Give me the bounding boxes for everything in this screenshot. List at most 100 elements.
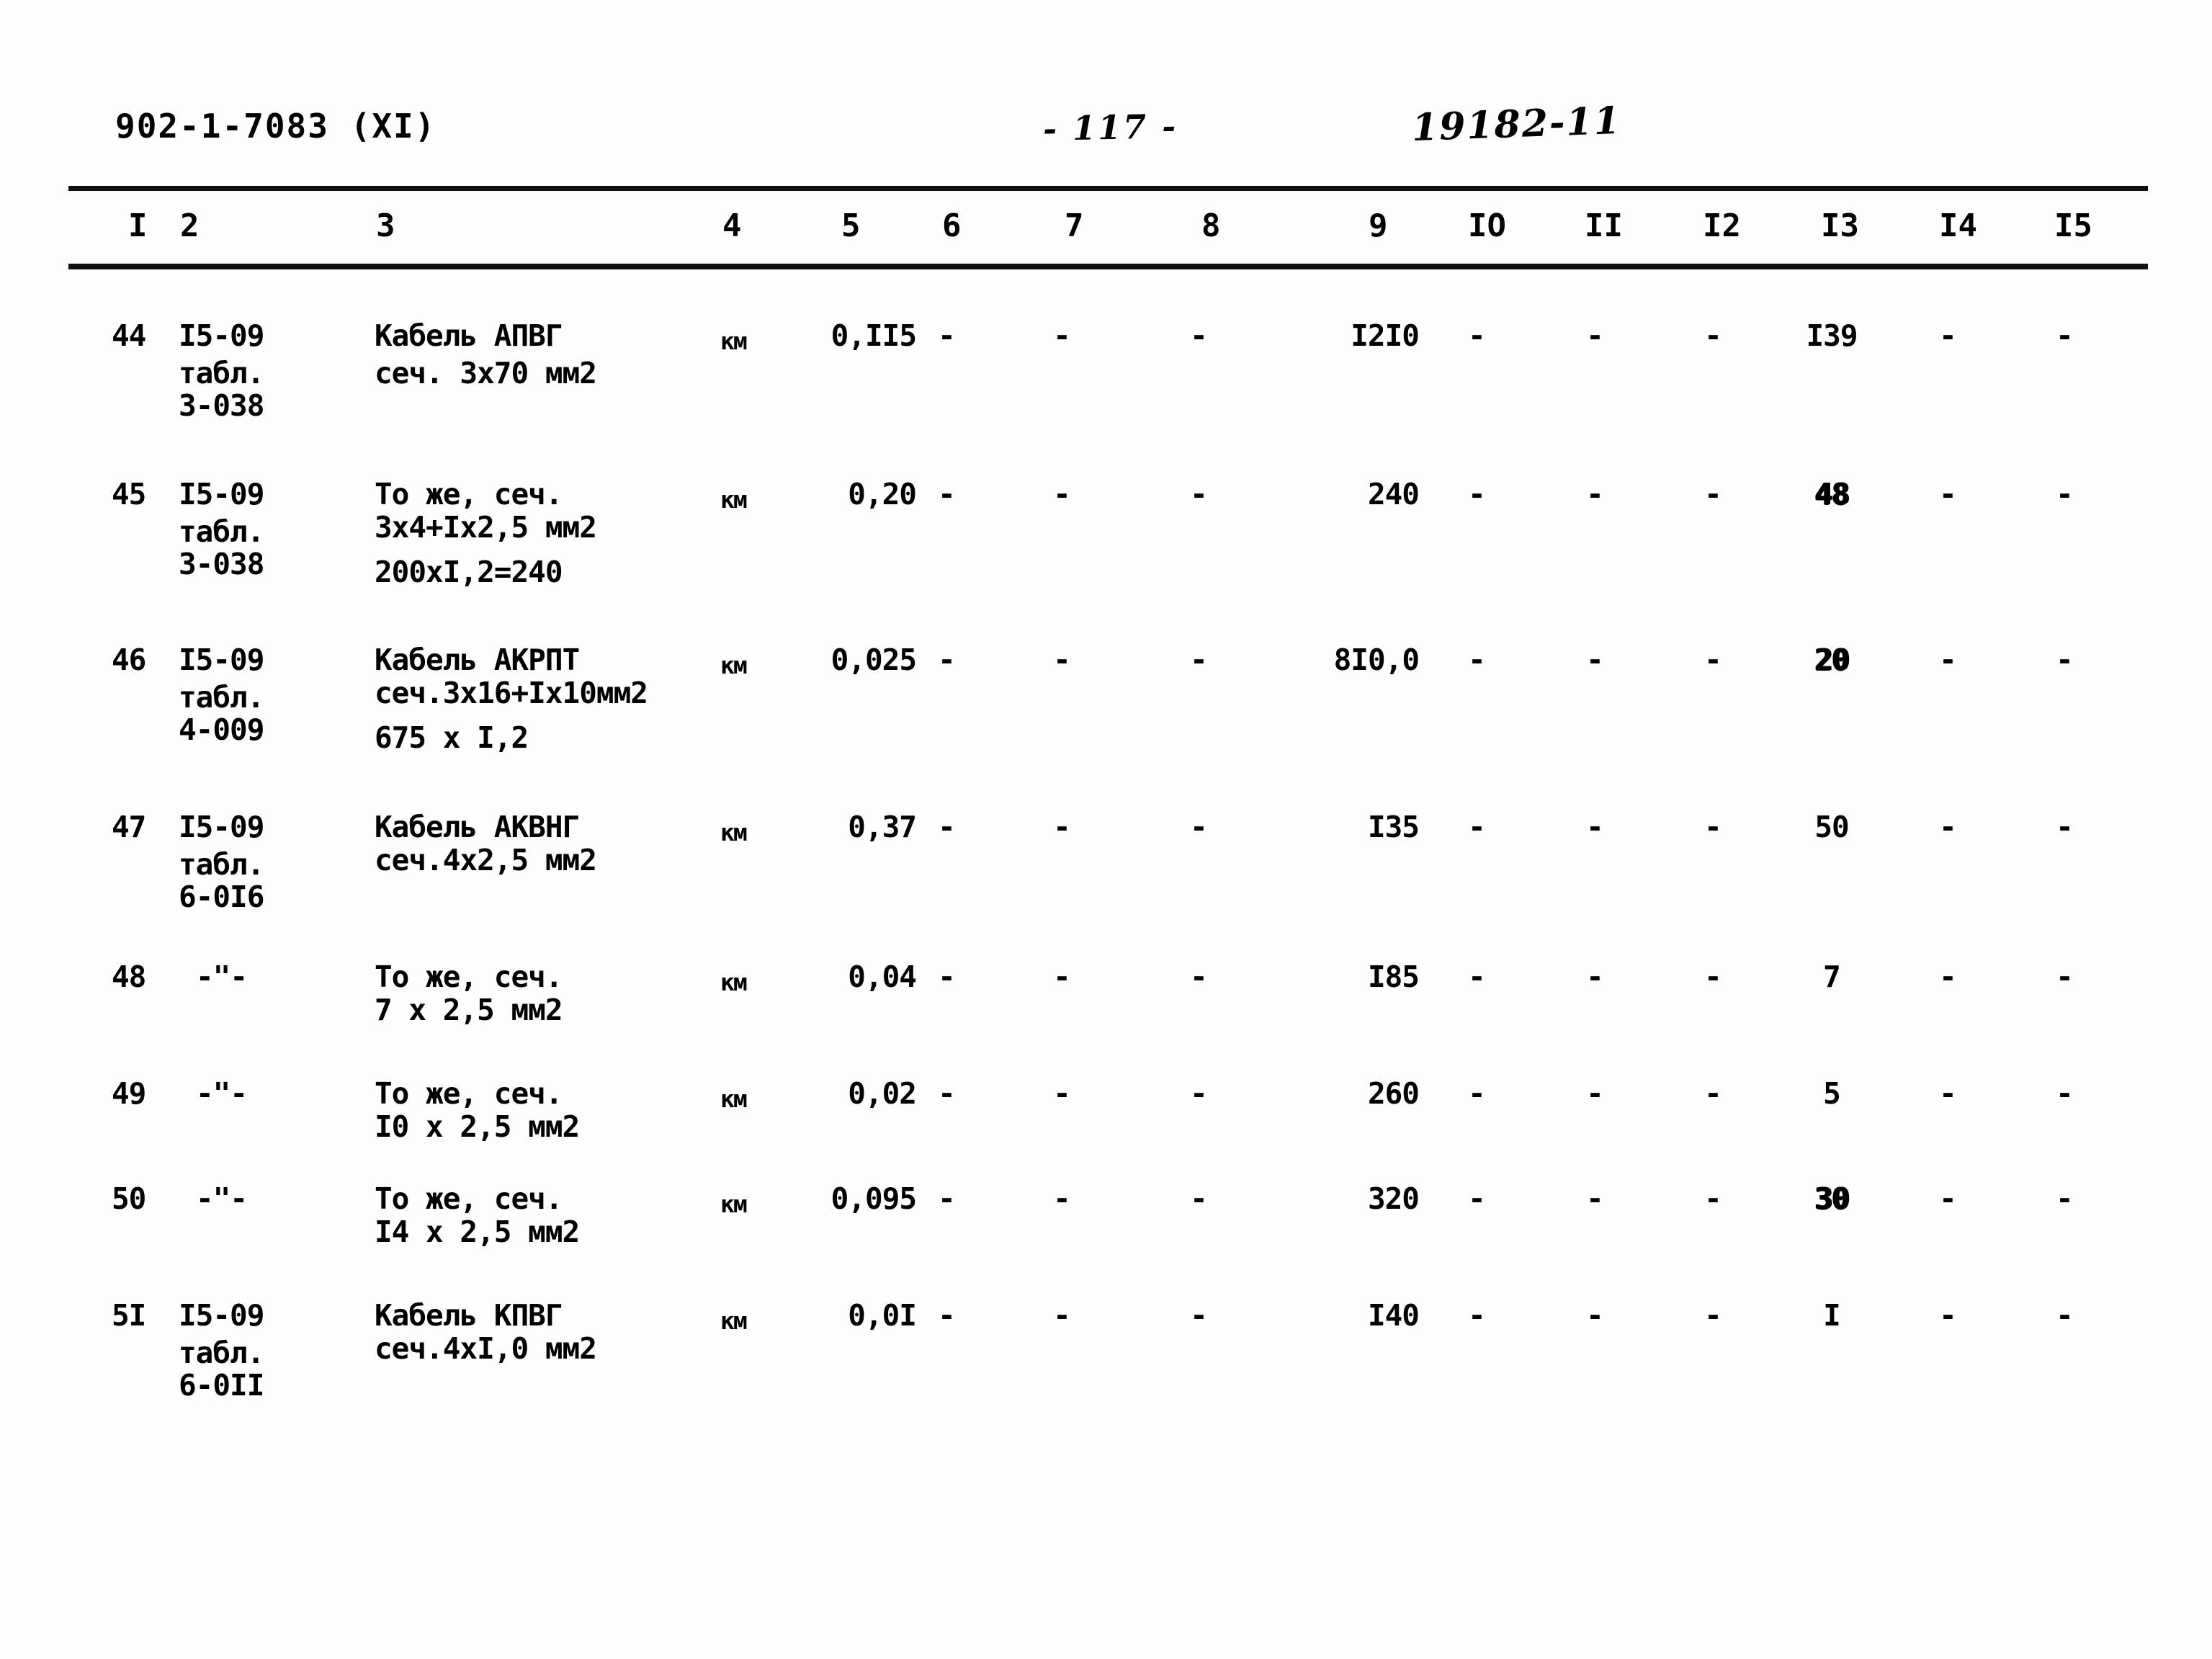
- row-46-col11: -: [1586, 643, 1604, 677]
- row-45-col4: км: [720, 486, 748, 514]
- row-49-col3-line2: I0 х 2,5 мм2: [375, 1109, 580, 1144]
- row-49-col4: км: [720, 1085, 748, 1113]
- row-49-col8: -: [1190, 1076, 1208, 1111]
- row-48-col11: -: [1586, 960, 1604, 994]
- row-48-col12: -: [1704, 960, 1722, 994]
- row-46-col4: км: [720, 651, 748, 679]
- column-header-6: 6: [942, 207, 962, 244]
- row-50-col7: -: [1053, 1181, 1071, 1216]
- row-44-col4: км: [720, 327, 748, 355]
- row-47-col7: -: [1053, 810, 1071, 844]
- row-47-col2-line1: I5-09: [179, 810, 264, 844]
- row-46-col9: 8I0,0: [1333, 643, 1420, 677]
- row-48-col5: 0,04: [848, 960, 917, 994]
- row-50-col13: 30: [1814, 1181, 1849, 1216]
- row-47-col6: -: [938, 810, 956, 844]
- row-51-col3-line1: Кабель КПВГ: [375, 1298, 563, 1333]
- row-49-col10: -: [1468, 1076, 1486, 1111]
- row-44-col11: -: [1586, 318, 1604, 353]
- row-45-col3-line3: 200хI,2=240: [375, 555, 563, 589]
- row-46-col8: -: [1190, 643, 1208, 677]
- row-45-col11: -: [1586, 477, 1604, 511]
- row-49-col11: -: [1586, 1076, 1604, 1111]
- table-top-rule: [68, 186, 2148, 191]
- row-48-col14: -: [1939, 960, 1957, 994]
- row-46-col15: -: [2056, 643, 2074, 677]
- column-header-1: I: [128, 207, 148, 244]
- row-47-col8: -: [1190, 810, 1208, 844]
- row-44-col14: -: [1939, 318, 1957, 353]
- row-51-col4: км: [720, 1307, 748, 1335]
- row-46-col7: -: [1053, 643, 1071, 677]
- row-50-col6: -: [938, 1181, 956, 1216]
- document-page: 902-1-7083 (XI) - 117 - 19182-11 I 2 3 4…: [0, 0, 2212, 1659]
- row-46-col12: -: [1704, 643, 1722, 677]
- row-48-col13: 7: [1823, 960, 1841, 994]
- row-46-col3-line2: сеч.3х16+Iх10мм2: [375, 676, 648, 710]
- row-51-col2-line3: 6-0II: [179, 1368, 264, 1403]
- row-48-col15: -: [2056, 960, 2074, 994]
- row-44-col5: 0,II5: [830, 318, 917, 353]
- table-row: 48: [112, 960, 146, 994]
- row-46-col14: -: [1939, 643, 1957, 677]
- row-45-col6: -: [938, 477, 956, 511]
- table-header-bottom-rule: [68, 264, 2148, 269]
- row-45-col3-line2: 3х4+Iх2,5 мм2: [375, 510, 597, 545]
- sheet-number-handwritten: 19182-11: [1411, 98, 1622, 151]
- column-header-14: I4: [1939, 207, 1977, 244]
- row-51-col10: -: [1468, 1298, 1486, 1333]
- column-header-15: I5: [2054, 207, 2092, 244]
- page-header: 902-1-7083 (XI) - 117 - 19182-11: [0, 99, 2212, 157]
- row-44-col15: -: [2056, 318, 2074, 353]
- row-49-col6: -: [938, 1076, 956, 1111]
- row-51-col3-line2: сеч.4хI,0 мм2: [375, 1331, 597, 1366]
- column-header-9: 9: [1369, 207, 1388, 244]
- row-47-col9: I35: [1367, 810, 1420, 844]
- row-49-col12: -: [1704, 1076, 1722, 1111]
- table-row: 50: [112, 1181, 146, 1216]
- row-51-col8: -: [1190, 1298, 1208, 1333]
- row-50-col12: -: [1704, 1181, 1722, 1216]
- row-50-col14: -: [1939, 1181, 1957, 1216]
- row-46-col13: 20: [1814, 643, 1849, 677]
- row-44-col8: -: [1190, 318, 1208, 353]
- row-49-col9: 260: [1367, 1076, 1420, 1111]
- row-49-col15: -: [2056, 1076, 2074, 1111]
- column-header-5: 5: [841, 207, 861, 244]
- row-48-col3-line1: То же, сеч.: [375, 960, 563, 994]
- table-row: 47: [112, 810, 146, 844]
- row-44-col9: I2I0: [1351, 318, 1420, 353]
- row-44-col3-line1: Кабель АПВГ: [375, 318, 563, 353]
- row-49-col5: 0,02: [848, 1076, 917, 1111]
- row-44-col12: -: [1704, 318, 1722, 353]
- row-45-col2-line1: I5-09: [179, 477, 264, 511]
- row-49-col2-line1: -"-: [196, 1076, 248, 1111]
- page-number-handwritten: - 117 -: [1042, 107, 1178, 148]
- row-46-col2-line3: 4-009: [179, 712, 264, 747]
- row-48-col6: -: [938, 960, 956, 994]
- row-44-col13: I39: [1806, 318, 1858, 353]
- table-row: 49: [112, 1076, 146, 1111]
- column-header-7: 7: [1065, 207, 1084, 244]
- row-45-col9: 240: [1367, 477, 1420, 511]
- row-45-col10: -: [1468, 477, 1486, 511]
- row-45-col14: -: [1939, 477, 1957, 511]
- row-50-col15: -: [2056, 1181, 2074, 1216]
- row-48-col2-line1: -"-: [196, 960, 248, 994]
- row-50-col3-line2: I4 х 2,5 мм2: [375, 1215, 580, 1249]
- row-51-col12: -: [1704, 1298, 1722, 1333]
- document-code: 902-1-7083 (XI): [115, 107, 436, 146]
- column-header-12: I2: [1703, 207, 1741, 244]
- row-49-col14: -: [1939, 1076, 1957, 1111]
- row-51-col15: -: [2056, 1298, 2074, 1333]
- row-50-col3-line1: То же, сеч.: [375, 1181, 563, 1216]
- row-46-col3-line1: Кабель АКРПТ: [375, 643, 580, 677]
- row-48-col10: -: [1468, 960, 1486, 994]
- row-51-col14: -: [1939, 1298, 1957, 1333]
- row-51-col2-line1: I5-09: [179, 1298, 264, 1333]
- row-48-col7: -: [1053, 960, 1071, 994]
- row-44-col7: -: [1053, 318, 1071, 353]
- row-47-col10: -: [1468, 810, 1486, 844]
- row-51-col6: -: [938, 1298, 956, 1333]
- row-51-col11: -: [1586, 1298, 1604, 1333]
